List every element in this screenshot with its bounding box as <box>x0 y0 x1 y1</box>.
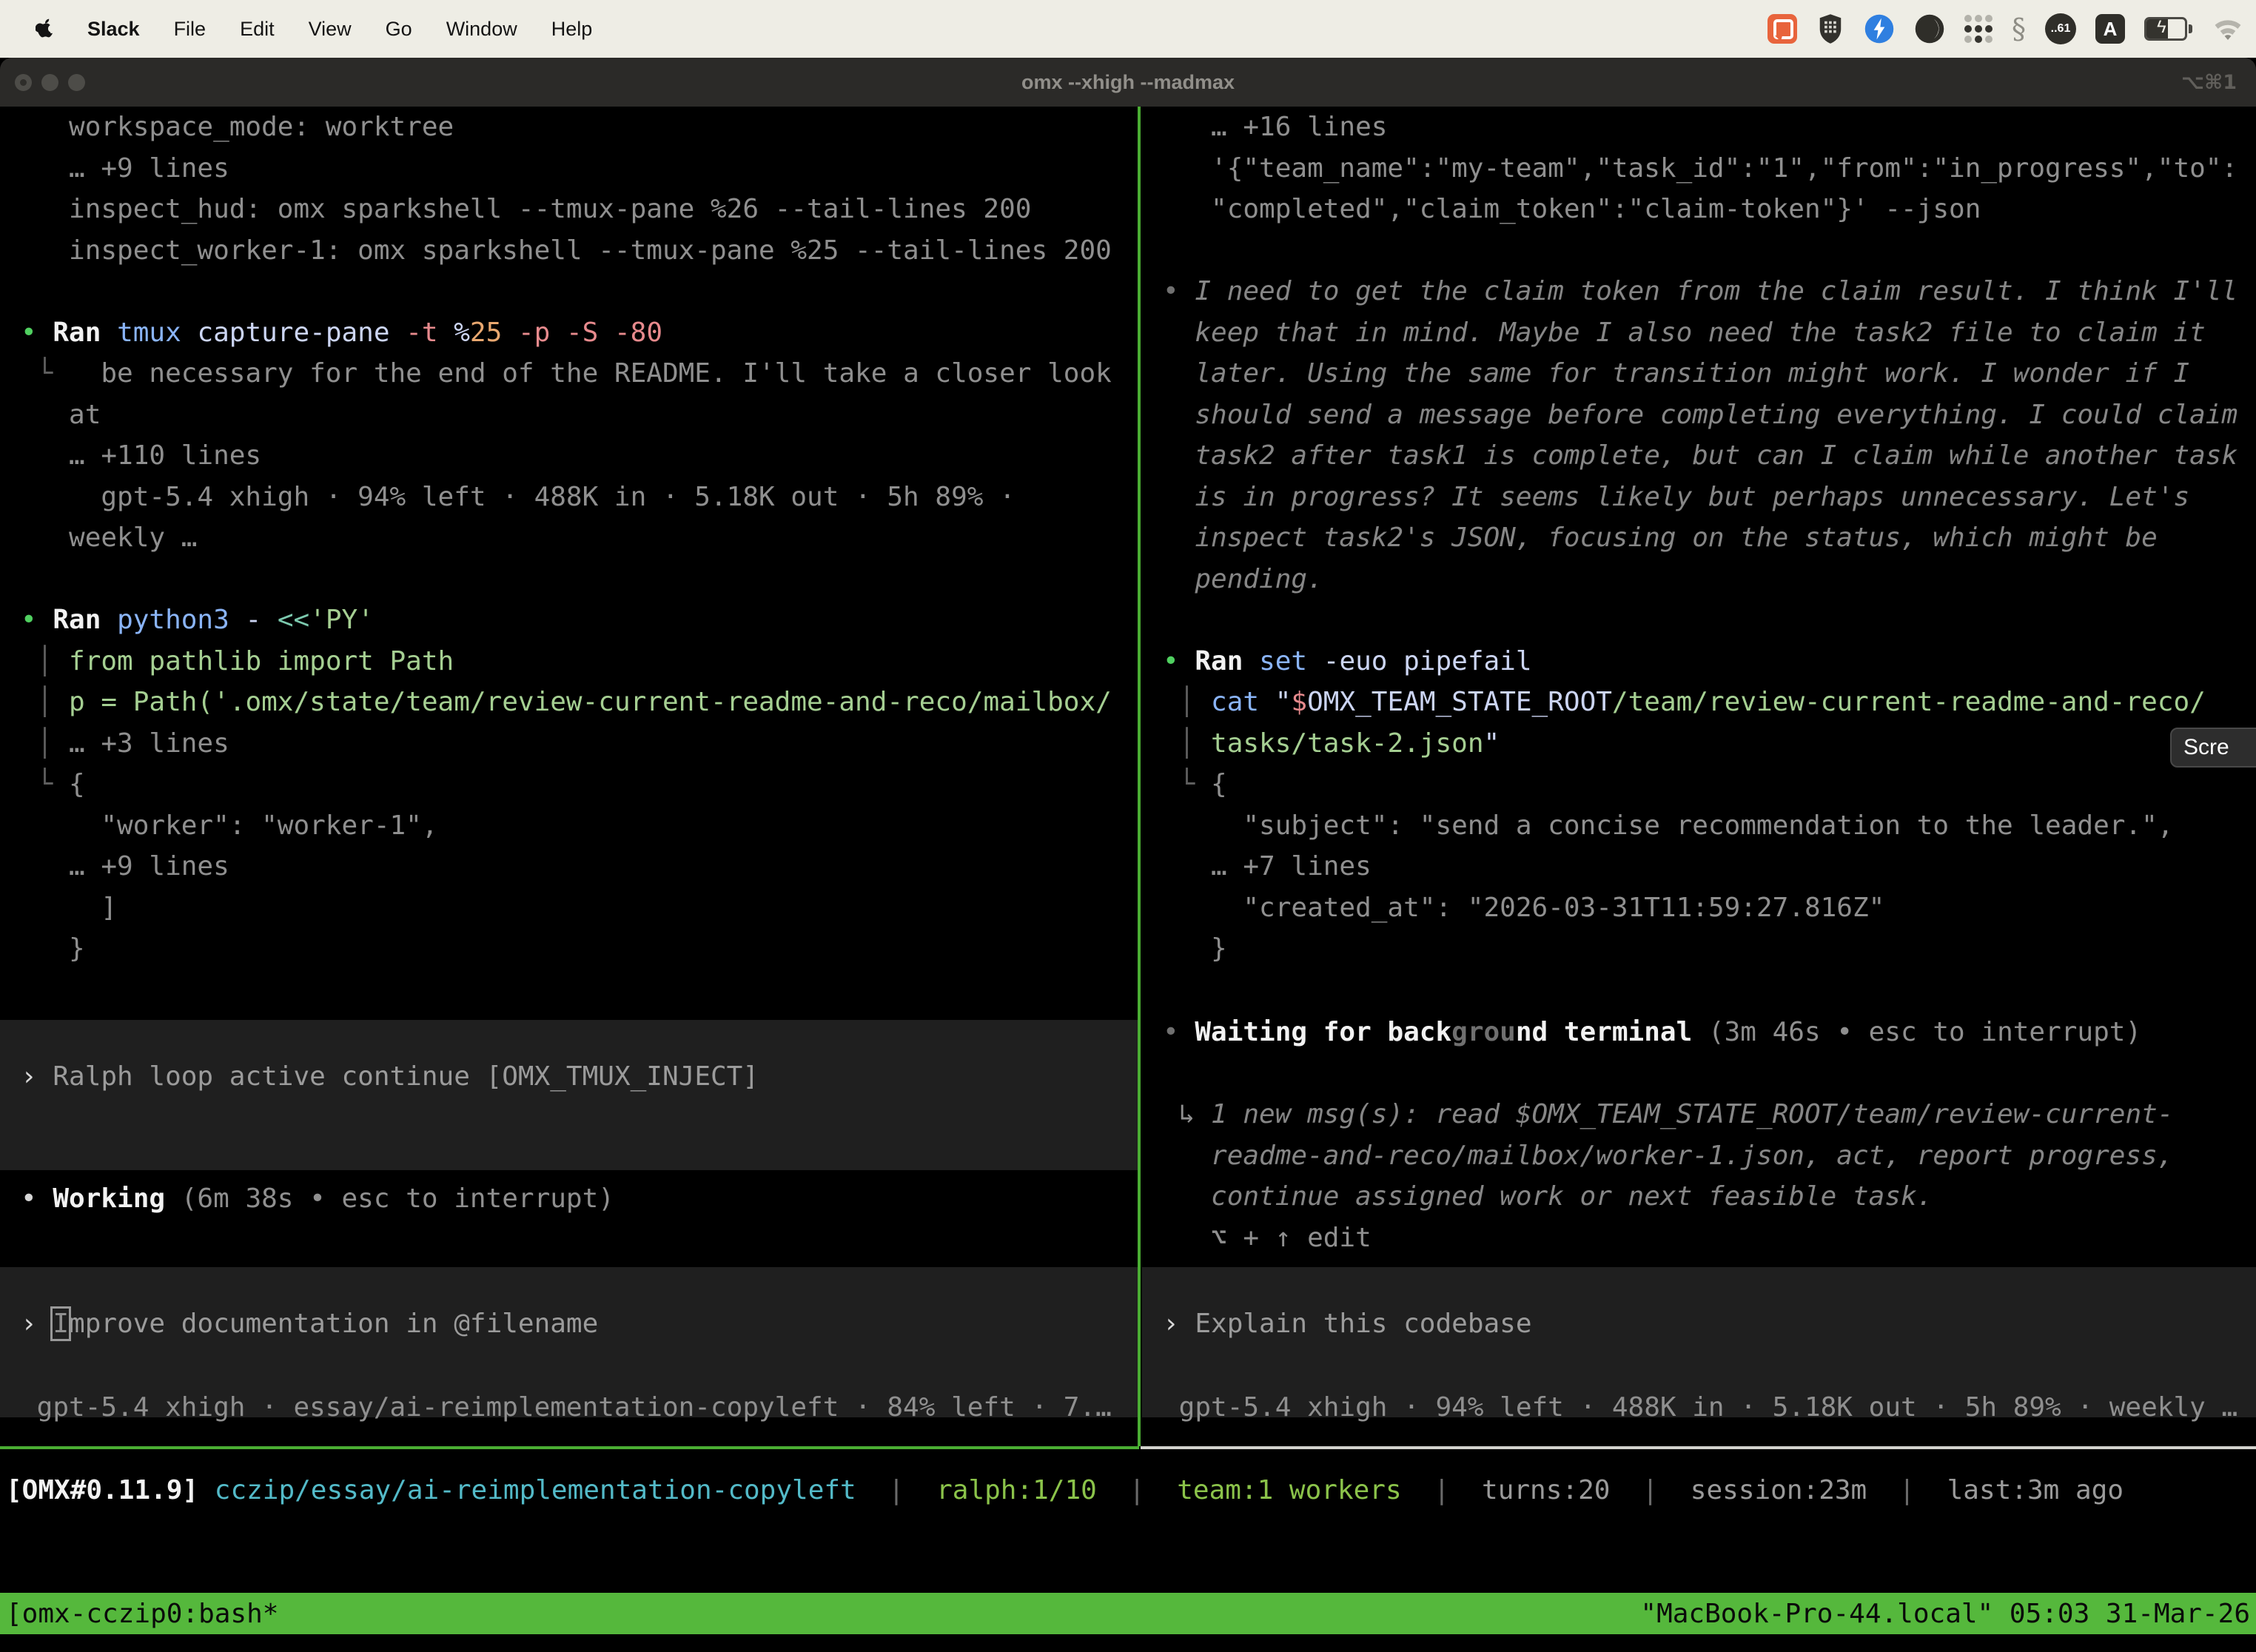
menu-item-go[interactable]: Go <box>386 18 412 41</box>
a-tile-icon[interactable]: A <box>2095 14 2125 44</box>
terminal-line: "created_at": "2026-03-31T11:59:27.816Z" <box>1163 887 2256 929</box>
terminal-line: workspace_mode: worktree <box>21 107 1138 148</box>
terminal-line: └ { <box>1163 764 2256 805</box>
terminal-line: • Ran python3 - <<'PY' <box>21 600 1138 641</box>
terminal-line: • Ran tmux capture-pane -t %25 -p -S -80 <box>21 312 1138 354</box>
screen-overlay-text: Scre <box>2183 735 2229 760</box>
terminal-line: └ be necessary for the end of the README… <box>21 353 1138 394</box>
right-scrollback: … +16 lines '{"team_name":"my-team","tas… <box>1142 107 2256 970</box>
terminal-line: ⌥ + ↑ edit <box>1163 1218 2256 1259</box>
terminal-line: │ p = Path('.omx/state/team/review-curre… <box>21 682 1138 723</box>
terminal-line: "completed","claim_token":"claim-token"}… <box>1163 189 2256 230</box>
terminal-line: • Waiting for background terminal (3m 46… <box>1163 1012 2256 1053</box>
terminal-line: ↳ 1 new msg(s): read $OMX_TEAM_STATE_ROO… <box>1163 1094 2256 1135</box>
shield-grid-icon[interactable] <box>1816 13 1844 45</box>
working-status: • Working (6m 38s • esc to interrupt) <box>0 1178 1138 1220</box>
window-title: omx --xhigh --madmax <box>0 58 2256 107</box>
terminal-line <box>21 271 1138 312</box>
menu-item-file[interactable]: File <box>174 18 207 41</box>
pane-divider[interactable] <box>1138 107 1141 1446</box>
terminal-line: … +9 lines <box>21 148 1138 189</box>
crescent-icon[interactable] <box>1914 13 1945 44</box>
waiting-status: • Waiting for background terminal (3m 46… <box>1142 1012 2256 1258</box>
terminal-line: readme-and-reco/mailbox/worker-1.json, a… <box>1163 1135 2256 1177</box>
terminal-line: } <box>1163 928 2256 970</box>
terminal-line: gpt-5.4 xhigh · 94% left · 488K in · 5.1… <box>1163 1387 2256 1428</box>
ralph-loop-band[interactable]: › Ralph loop active continue [OMX_TMUX_I… <box>0 1020 1138 1170</box>
menu-item-view[interactable]: View <box>309 18 352 41</box>
terminal-line: '{"team_name":"my-team","task_id":"1","f… <box>1163 148 2256 189</box>
terminal-line: "worker": "worker-1", <box>21 805 1138 847</box>
terminal-line: │ tasks/task-2.json" <box>1163 723 2256 765</box>
terminal-line: ] <box>21 887 1138 929</box>
terminal-line: … +110 lines <box>21 435 1138 477</box>
terminal-line: › Ralph loop active continue [OMX_TMUX_I… <box>21 1056 1138 1098</box>
right-model-status: gpt-5.4 xhigh · 94% left · 488K in · 5.1… <box>1142 1387 2256 1428</box>
terminal-line: inspect_hud: omx sparkshell --tmux-pane … <box>21 189 1138 230</box>
terminal-line: │ from pathlib import Path <box>21 641 1138 682</box>
terminal-pane-left[interactable]: workspace_mode: worktree … +9 lines insp… <box>0 107 1138 1446</box>
terminal-pane-right[interactable]: … +16 lines '{"team_name":"my-team","tas… <box>1142 107 2256 1446</box>
omx-status-line: [OMX#0.11.9] cczip/essay/ai-reimplementa… <box>0 1470 2256 1511</box>
terminal-line: › Improve documentation in @filename <box>21 1303 1138 1345</box>
terminal-line: gpt-5.4 xhigh · essay/ai-reimplementatio… <box>21 1387 1138 1428</box>
squiggle-icon[interactable]: § <box>2012 15 2026 43</box>
menu-item-slack[interactable]: Slack <box>87 18 140 41</box>
terminal-line: "subject": "send a concise recommendatio… <box>1163 805 2256 847</box>
terminal-line: continue assigned work or next feasible … <box>1163 1176 2256 1218</box>
terminal-line: is in progress? It seems likely but perh… <box>1163 477 2256 518</box>
terminal-line: task2 after task1 is complete, but can I… <box>1163 435 2256 477</box>
terminal-line: weekly … <box>21 517 1138 559</box>
terminal-line <box>1163 600 2256 641</box>
tmux-status-bar: [omx-cczip0:bash* "MacBook-Pro-44.local"… <box>0 1593 2256 1634</box>
terminal-line <box>1163 1053 2256 1095</box>
window-shortcut-hint: ⌥⌘1 <box>2181 58 2237 107</box>
terminal-line: • Ran set -euo pipefail <box>1163 641 2256 682</box>
terminal-line: inspect task2's JSON, focusing on the st… <box>1163 517 2256 559</box>
terminal-line: gpt-5.4 xhigh · 94% left · 488K in · 5.1… <box>21 477 1138 518</box>
chat-app-icon[interactable] <box>1767 14 1797 44</box>
pane-border-right <box>1141 1446 2256 1449</box>
blue-bolt-icon[interactable] <box>1864 13 1895 44</box>
terminal-line: inspect_worker-1: omx sparkshell --tmux-… <box>21 230 1138 272</box>
terminal-line: pending. <box>1163 559 2256 600</box>
terminal-line: should send a message before completing … <box>1163 394 2256 436</box>
terminal-line: └ { <box>21 764 1138 805</box>
tmux-session-label: [omx-cczip0:bash* <box>0 1599 278 1629</box>
tmux-host-clock: "MacBook-Pro-44.local" 05:03 31-Mar-26 <box>1640 1599 2256 1629</box>
terminal-line: … +16 lines <box>1163 107 2256 148</box>
terminal-line: › Explain this codebase <box>1163 1303 2256 1345</box>
left-scrollback: workspace_mode: worktree … +9 lines insp… <box>0 107 1138 970</box>
menu-items: Slack File Edit View Go Window Help <box>87 18 592 41</box>
terminal-line: keep that in mind. Maybe I also need the… <box>1163 312 2256 354</box>
terminal-line <box>21 559 1138 600</box>
apple-logo-svg <box>36 18 55 41</box>
wifi-icon[interactable] <box>2212 16 2244 41</box>
menu-item-help[interactable]: Help <box>551 18 593 41</box>
menu-status-icons: § ..61 A ϟ <box>1767 0 2244 58</box>
left-model-status: gpt-5.4 xhigh · essay/ai-reimplementatio… <box>0 1387 1138 1428</box>
screen-overlay-chip: Scre <box>2170 728 2256 768</box>
terminal-line: later. Using the same for transition mig… <box>1163 353 2256 394</box>
battery-badge-icon[interactable]: ..61 <box>2045 13 2076 44</box>
menu-bar: Slack File Edit View Go Window Help <box>0 0 2256 58</box>
terminal-line: • I need to get the claim token from the… <box>1163 271 2256 312</box>
terminal-line: } <box>21 928 1138 970</box>
terminal-line <box>1163 230 2256 272</box>
apple-icon[interactable] <box>36 18 55 41</box>
pane-border-left <box>0 1446 1139 1449</box>
terminal-line: │ cat "$OMX_TEAM_STATE_ROOT/team/review-… <box>1163 682 2256 723</box>
terminal-line: … +9 lines <box>21 846 1138 887</box>
terminal-line: │ … +3 lines <box>21 723 1138 765</box>
dots-grid-icon[interactable] <box>1964 15 1993 43</box>
terminal-line: at <box>21 394 1138 436</box>
terminal-line: • Working (6m 38s • esc to interrupt) <box>21 1178 1138 1220</box>
terminal-line: … +7 lines <box>1163 846 2256 887</box>
menu-item-window[interactable]: Window <box>446 18 517 41</box>
menu-item-edit[interactable]: Edit <box>240 18 275 41</box>
battery-icon[interactable]: ϟ <box>2144 17 2192 41</box>
